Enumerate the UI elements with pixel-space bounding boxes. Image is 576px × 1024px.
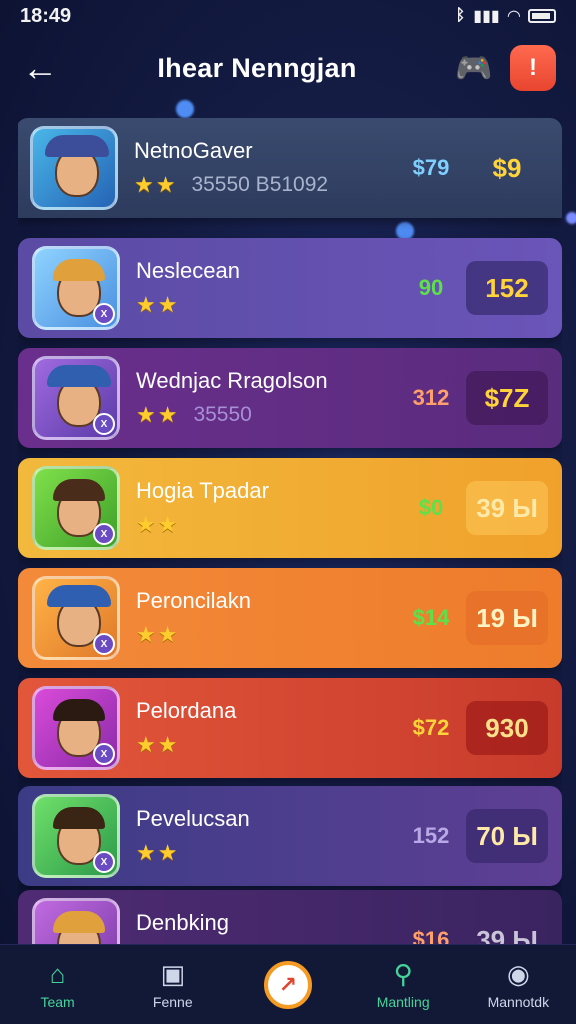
list-item[interactable]: X Pelordana ★★ $72 930 — [18, 678, 562, 778]
player-score: 70 Ы — [466, 809, 548, 863]
list-item[interactable]: X Hogia Tpadar ★★ $0 39 Ы — [18, 458, 562, 558]
player-meta: 35550 B51092 — [191, 173, 329, 196]
player-price: $14 — [412, 605, 450, 630]
status-icons: ᛒ ▮▮▮ ◠ — [456, 6, 556, 26]
nav-label: Mannotdk — [487, 993, 550, 1010]
header-actions: 🎮 ! — [454, 45, 556, 91]
list-item[interactable]: X Pevelucsan ★★ 152 70 Ы — [18, 786, 562, 886]
app-header: ← Ihear Nenngjan 🎮 ! — [0, 36, 576, 100]
image-icon: ▣ — [160, 958, 186, 989]
profile-icon: ◉ — [507, 958, 530, 989]
avatar — [32, 898, 120, 944]
bluetooth-icon: ᛒ — [455, 7, 466, 24]
nav-label: Team — [40, 993, 75, 1010]
star-rating-icon: ★★ — [134, 172, 178, 197]
level-badge-icon: X — [93, 523, 115, 545]
alert-icon[interactable]: ! — [510, 45, 556, 91]
nav-item-mannotdk[interactable]: ◉ Mannotdk — [468, 960, 568, 1010]
level-badge-icon: X — [93, 743, 115, 765]
list-item[interactable]: X Peroncilakn ★★ $14 19 Ы — [18, 568, 562, 668]
list-item[interactable]: Denbking ★★ $16 39 Ы — [18, 890, 562, 944]
player-score: 930 — [466, 701, 548, 755]
avatar: X — [32, 466, 120, 550]
status-bar: 18:49 ᛒ ▮▮▮ ◠ — [0, 0, 576, 32]
player-price: 90 — [418, 275, 444, 300]
player-score: 19 Ы — [466, 591, 548, 645]
player-name: Pelordana — [136, 698, 237, 723]
level-badge-icon: X — [93, 303, 115, 325]
avatar — [30, 126, 118, 210]
list-item[interactable]: X Neslecean ★★ 90 152 — [18, 238, 562, 338]
avatar: X — [32, 794, 120, 878]
avatar: X — [32, 576, 120, 660]
decor-glow-1 — [176, 100, 194, 118]
list-item[interactable]: X Wednjac Rragolson ★★ 35550 312 $7Z — [18, 348, 562, 448]
signal-icon: ▮▮▮ — [473, 8, 500, 25]
level-badge-icon: X — [93, 413, 115, 435]
star-rating-icon: ★★ — [136, 732, 180, 757]
player-meta: 35550 — [193, 403, 252, 426]
page-title: Ihear Nenngjan — [157, 52, 357, 83]
player-price: $79 — [412, 155, 450, 180]
nav-item-team[interactable]: ⌂ Team — [8, 960, 108, 1010]
home-icon: ⌂ — [49, 958, 66, 989]
player-name: Denbking — [136, 910, 229, 935]
player-price: 152 — [412, 823, 450, 848]
player-price: 312 — [412, 385, 450, 410]
player-name: NetnoGaver — [134, 138, 253, 163]
player-name: Neslecean — [136, 258, 240, 283]
star-rating-icon: ★★ — [136, 622, 180, 647]
star-rating-icon: ★★ — [136, 512, 180, 537]
avatar: X — [32, 246, 120, 330]
player-name: Hogia Tpadar — [136, 478, 269, 503]
gamepad-icon[interactable]: 🎮 — [454, 48, 494, 88]
battery-icon — [528, 9, 556, 23]
player-price: $72 — [412, 715, 450, 740]
player-price: $16 — [412, 927, 450, 944]
back-arrow-icon[interactable]: ← — [20, 47, 60, 89]
player-name: Peroncilakn — [136, 588, 251, 613]
nav-label: Fenne — [152, 993, 193, 1010]
wifi-icon: ◠ — [507, 8, 520, 25]
avatar: X — [32, 356, 120, 440]
avatar: X — [32, 686, 120, 770]
player-score: 152 — [466, 261, 548, 315]
star-rating-icon: ★★ — [136, 840, 180, 865]
decor-glow-3 — [566, 212, 576, 224]
nav-item-center[interactable]: ↗ — [238, 960, 338, 1009]
player-name: Wednjac Rragolson — [136, 368, 328, 393]
status-time: 18:49 — [20, 4, 72, 27]
bottom-nav: ⌂ Team ▣ Fenne ↗ ⚲ Mantling ◉ Mannotdk — [0, 944, 576, 1024]
nav-item-mantling[interactable]: ⚲ Mantling — [353, 960, 453, 1010]
player-score: 39 Ы — [466, 481, 548, 535]
player-price: $0 — [418, 495, 444, 520]
level-badge-icon: X — [93, 633, 115, 655]
star-rating-icon: ★★ — [136, 402, 180, 427]
level-badge-icon: X — [93, 851, 115, 873]
player-score: $7Z — [466, 371, 548, 425]
star-rating-icon: ★★ — [136, 292, 180, 317]
leaderboard-list: NetnoGaver ★★ 35550 B51092 $79 $9 X Nesl… — [18, 118, 562, 944]
list-item[interactable]: NetnoGaver ★★ 35550 B51092 $79 $9 — [18, 118, 562, 218]
player-score: $9 — [492, 152, 522, 183]
player-name: Pevelucsan — [136, 806, 250, 831]
nav-item-fenne[interactable]: ▣ Fenne — [123, 960, 223, 1010]
search-icon: ⚲ — [393, 958, 413, 989]
nav-label: Mantling — [376, 993, 430, 1010]
player-score: 39 Ы — [476, 924, 538, 945]
compass-icon: ↗ — [263, 960, 312, 1009]
